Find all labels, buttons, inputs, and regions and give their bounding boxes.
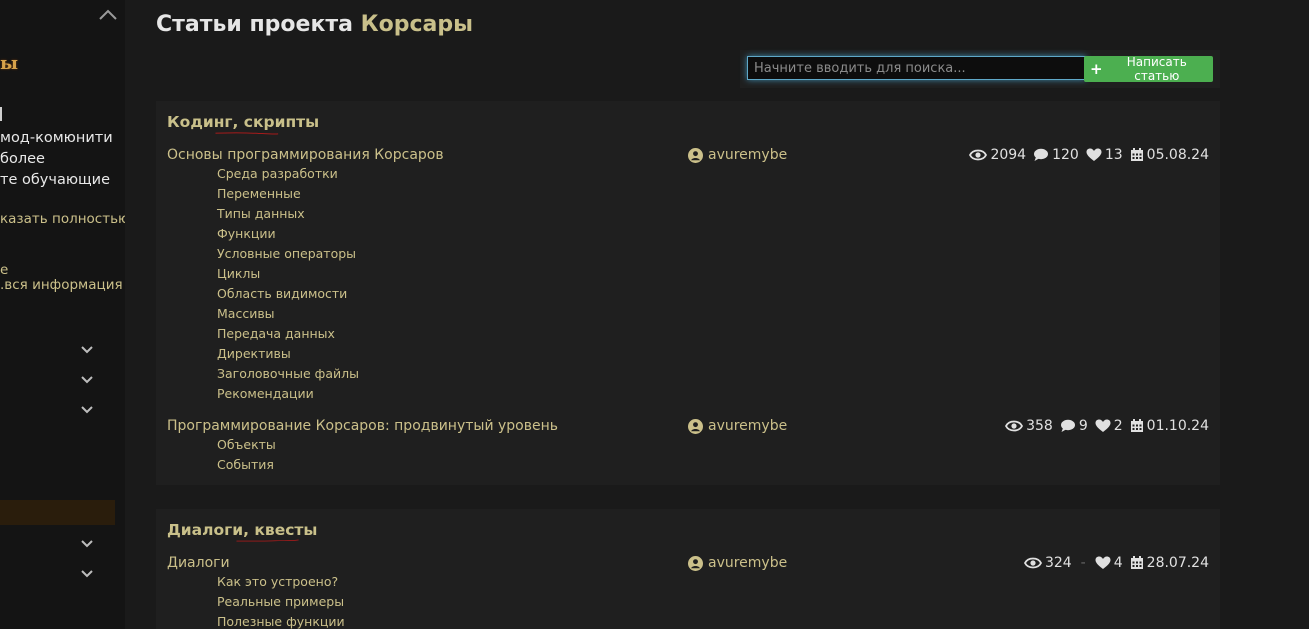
eye-icon [1023,557,1042,569]
sidebar-link-line-2[interactable]: .вся информация [0,277,123,293]
write-article-button[interactable]: + Написать статью [1084,55,1213,83]
heart-icon [1086,148,1102,161]
comments-count: 120 [1052,147,1079,163]
sidebar-text-line-1: мод-комюнити [0,130,113,146]
toolbar: + Написать статью [740,50,1220,88]
subchapter-link[interactable]: Реальные примеры [217,594,344,609]
eye-icon [969,149,988,161]
eye-icon [1005,420,1024,432]
write-article-button-label: Написать статью [1126,55,1187,83]
likes-count: 2 [1113,418,1123,434]
article-title-link[interactable]: Программирование Корсаров: продвинутый у… [167,418,558,434]
calendar-icon [1130,148,1143,161]
search-input[interactable] [747,56,1086,80]
views-count: 324 [1044,555,1072,571]
chevron-down-icon[interactable] [80,345,94,355]
author-name: avuremybe [708,555,788,571]
article-date: 05.08.24 [1146,147,1209,163]
article-stats: 358 9 2 01.10.24 [1005,418,1209,434]
subchapter-link[interactable]: Заголовочные файлы [217,366,359,381]
chevron-down-icon[interactable] [80,405,94,415]
article-date: 28.07.24 [1146,555,1209,571]
sidebar-text-line-2: более [0,151,45,167]
plus-icon: + [1090,59,1103,78]
sidebar-divider-mark [0,107,2,121]
page-title-accent: Корсары [360,12,474,37]
article-date: 01.10.24 [1146,418,1209,434]
sidebar-text-line-3: те обучающие [0,172,111,188]
subchapter-link[interactable]: Как это устроено? [217,574,338,589]
sidebar-link-line-1[interactable]: е [0,262,8,278]
article-title-link[interactable]: Диалоги [167,555,230,571]
likes-count: 4 [1113,555,1123,571]
subchapter-link[interactable]: Директивы [217,346,291,361]
article-author[interactable]: avuremybe [688,147,787,163]
subchapter-link[interactable]: Область видимости [217,286,347,301]
heart-icon [1095,556,1111,569]
subchapter-link[interactable]: Массивы [217,306,275,321]
page-title: Статьи проекта Корсары [156,12,473,37]
views-count: 358 [1026,418,1053,434]
author-name: avuremybe [708,418,788,434]
comment-icon [1060,419,1075,432]
subchapter-link[interactable]: Переменные [217,186,301,201]
section-title[interactable]: Диалоги, квесты [167,521,317,539]
section-title[interactable]: Кодинг, скрипты [167,113,319,131]
calendar-icon [1130,419,1143,432]
red-underline-mark [236,539,299,542]
user-icon [688,147,703,163]
heart-icon [1095,419,1111,432]
article-author[interactable]: avuremybe [688,555,787,571]
article-stats: 2094 120 13 05.08.24 [969,147,1209,163]
likes-count: 13 [1104,147,1123,163]
subchapter-link[interactable]: Типы данных [217,206,305,221]
subchapter-link[interactable]: События [217,457,274,472]
subchapter-link[interactable]: Объекты [217,437,276,452]
chevron-down-icon[interactable] [80,375,94,385]
subchapter-link[interactable]: Условные операторы [217,246,356,261]
subchapter-link[interactable]: Циклы [217,266,260,281]
author-name: avuremybe [708,147,788,163]
subchapter-link[interactable]: Передача данных [217,326,335,341]
subchapter-link[interactable]: Функции [217,226,276,241]
views-count: 2094 [990,147,1027,163]
subchapter-link[interactable]: Полезные функции [217,614,345,629]
subchapter-link[interactable]: Рекомендации [217,386,314,401]
section-coding: Кодинг, скрипты Основы программирования … [156,101,1220,485]
sidebar-show-full-link[interactable]: казать полностью [0,211,125,227]
red-underline-mark [215,132,279,135]
chevron-up-icon[interactable] [98,6,118,24]
sidebar: ы мод-комюнити более те обучающие казать… [0,0,125,629]
chevron-down-icon[interactable] [80,539,94,549]
sidebar-logo-fragment: ы [0,53,19,74]
comments-count: 9 [1078,418,1088,434]
sidebar-active-item[interactable] [0,500,115,525]
comments-count: - [1080,555,1086,571]
page-root: ы мод-комюнити более те обучающие казать… [0,0,1309,629]
subchapter-link[interactable]: Среда разработки [217,166,338,181]
user-icon [688,418,703,434]
calendar-icon [1130,556,1143,569]
article-stats: 324 - 4 28.07.24 [1023,555,1209,571]
article-author[interactable]: avuremybe [688,418,787,434]
user-icon [688,555,703,571]
article-title-link[interactable]: Основы программирования Корсаров [167,147,444,163]
comment-icon [1034,148,1049,161]
section-dialogs: Диалоги, квесты Диалоги avuremybe 324 - … [156,509,1220,629]
chevron-down-icon[interactable] [80,569,94,579]
page-title-prefix: Статьи проекта [156,12,353,37]
